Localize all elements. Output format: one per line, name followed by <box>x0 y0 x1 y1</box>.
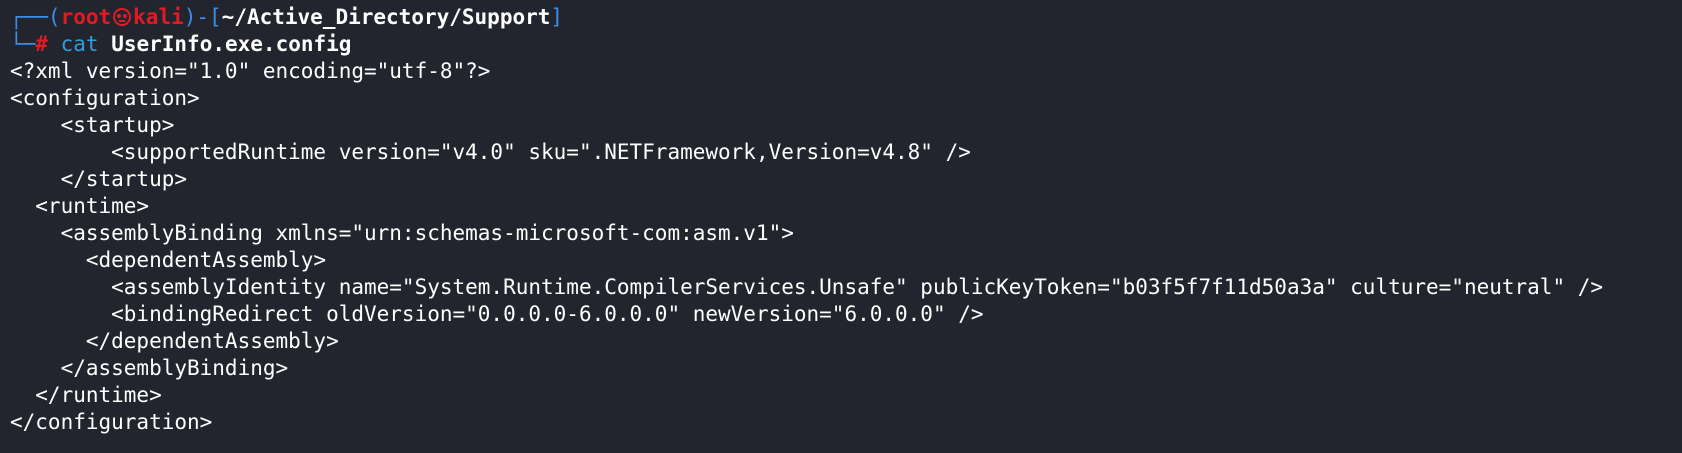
output-line: </startup> <box>10 167 188 191</box>
terminal-window[interactable]: ┌──(root kali)-[~/Active_Directory/Suppor… <box>0 0 1682 453</box>
prompt-separator-close: ] <box>550 5 564 29</box>
skull-icon <box>113 8 132 26</box>
output-line: </dependentAssembly> <box>10 329 339 353</box>
output-line: </configuration> <box>10 410 213 434</box>
prompt-line-1: ┌──(root kali)-[~/Active_Directory/Suppor… <box>10 4 1682 31</box>
prompt-host: kali <box>133 5 184 29</box>
output-line: <?xml version="1.0" encoding="utf-8"?> <box>10 59 491 83</box>
command-argument: UserInfo.exe.config <box>111 32 352 56</box>
prompt-separator-open: )-[ <box>183 5 222 29</box>
output-line: <bindingRedirect oldVersion="0.0.0.0-6.0… <box>10 302 984 326</box>
output-line: <dependentAssembly> <box>10 248 327 272</box>
prompt-box-top: ┌──( <box>10 5 61 29</box>
prompt-box-bottom: └─ <box>10 32 36 56</box>
output-line: <assemblyBinding xmlns="urn:schemas-micr… <box>10 221 794 245</box>
output-line: <configuration> <box>10 86 200 110</box>
output-line: </assemblyBinding> <box>10 356 289 380</box>
prompt-hash: # <box>35 32 48 56</box>
prompt-line-2: └─# cat UserInfo.exe.config <box>10 31 1682 58</box>
output-line: <supportedRuntime version="v4.0" sku=".N… <box>10 140 971 164</box>
output-line: <runtime> <box>10 194 150 218</box>
command-name: cat <box>60 32 99 56</box>
prompt-user: root <box>60 5 112 29</box>
prompt-path: ~/Active_Directory/Support <box>221 5 551 29</box>
output-line: <assemblyIdentity name="System.Runtime.C… <box>10 275 1604 299</box>
output-line: <startup> <box>10 113 175 137</box>
output-line: </runtime> <box>10 383 162 407</box>
